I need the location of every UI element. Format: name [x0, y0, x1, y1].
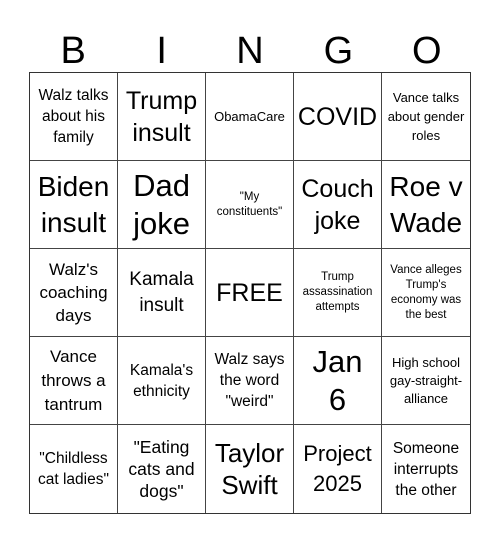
cell-text: Walz talks about his family	[38, 87, 109, 146]
cell-text: Vance talks about gender roles	[387, 90, 465, 143]
bingo-cell[interactable]: Dad joke	[118, 161, 206, 249]
cell-text: Vance alleges Trump's economy was the be…	[390, 263, 462, 321]
bingo-cell[interactable]: Project 2025	[294, 425, 382, 513]
cell-text: Vance throws a tantrum	[41, 346, 106, 414]
bingo-cell[interactable]: Walz says the word "weird"	[206, 337, 294, 425]
cell-text: FREE	[216, 278, 283, 307]
cell-text: High school gay-straight-alliance	[389, 354, 463, 406]
bingo-header: B I N G O	[29, 30, 471, 72]
header-letter-g: G	[323, 30, 354, 72]
cell-text: Trump insult	[125, 86, 198, 147]
bingo-cell[interactable]: Kamala insult	[118, 249, 206, 337]
bingo-cell[interactable]: Vance alleges Trump's economy was the be…	[382, 249, 470, 337]
bingo-cell[interactable]: Roe v Wade	[382, 161, 470, 249]
bingo-cell[interactable]: "My constituents"	[206, 161, 294, 249]
cell-text: Couch joke	[301, 174, 374, 235]
bingo-cell[interactable]: Someone interrupts the other	[382, 425, 470, 513]
bingo-cell[interactable]: "Childless cat ladies"	[30, 425, 118, 513]
cell-text: "My constituents"	[216, 190, 283, 218]
bingo-cell[interactable]: Trump insult	[118, 73, 206, 161]
bingo-cell[interactable]: ObamaCare	[206, 73, 294, 161]
cell-text: Biden insult	[37, 170, 110, 238]
cell-text: ObamaCare	[214, 108, 285, 124]
bingo-cell[interactable]: Vance talks about gender roles	[382, 73, 470, 161]
cell-text: Jan 6	[312, 343, 363, 417]
header-letter-o: O	[412, 30, 442, 72]
cell-text: Project 2025	[303, 441, 372, 496]
cell-text: Trump assassination attempts	[302, 271, 373, 313]
bingo-cell[interactable]: Jan 6	[294, 337, 382, 425]
bingo-cell[interactable]: COVID	[294, 73, 382, 161]
bingo-cell[interactable]: Walz's coaching days	[30, 249, 118, 337]
bingo-cell[interactable]: FREE	[206, 249, 294, 337]
cell-text: Taylor Swift	[214, 438, 285, 500]
cell-text: Dad joke	[133, 167, 190, 241]
cell-text: "Childless cat ladies"	[38, 450, 109, 488]
bingo-cell[interactable]: Vance throws a tantrum	[30, 337, 118, 425]
cell-text: Kamala's ethnicity	[129, 361, 194, 400]
cell-text: Walz's coaching days	[39, 260, 108, 325]
cell-text: COVID	[297, 102, 378, 131]
bingo-board: Walz talks about his family Trump insult…	[29, 72, 471, 514]
bingo-cell[interactable]: Couch joke	[294, 161, 382, 249]
cell-text: Kamala insult	[129, 268, 194, 316]
header-letter-b: B	[60, 30, 86, 72]
bingo-cell[interactable]: Biden insult	[30, 161, 118, 249]
header-letter-i: I	[156, 30, 167, 72]
bingo-cell[interactable]: Trump assassination attempts	[294, 249, 382, 337]
cell-text: Someone interrupts the other	[392, 439, 460, 499]
bingo-cell[interactable]: High school gay-straight-alliance	[382, 337, 470, 425]
bingo-cell[interactable]: Walz talks about his family	[30, 73, 118, 161]
bingo-cell[interactable]: "Eating cats and dogs"	[118, 425, 206, 513]
header-letter-n: N	[236, 30, 264, 72]
cell-text: "Eating cats and dogs"	[128, 437, 195, 501]
bingo-cell[interactable]: Taylor Swift	[206, 425, 294, 513]
cell-text: Walz says the word "weird"	[214, 351, 285, 410]
bingo-cell[interactable]: Kamala's ethnicity	[118, 337, 206, 425]
cell-text: Roe v Wade	[389, 170, 463, 238]
